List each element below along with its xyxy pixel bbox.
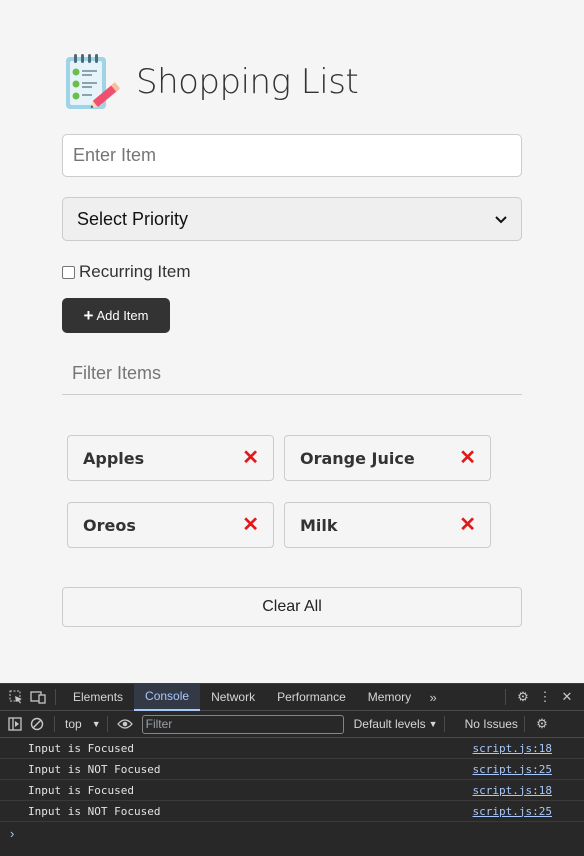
devtools-tabbar: Elements Console Network Performance Mem… [0,683,584,711]
toolbar-divider [54,716,55,732]
log-source-link[interactable]: script.js:25 [473,805,552,818]
recurring-checkbox[interactable] [62,265,75,279]
tab-performance[interactable]: Performance [266,684,357,711]
console-log-row: Input is Focused script.js:18 [0,780,584,801]
chevron-down-icon [495,211,507,227]
log-source-link[interactable]: script.js:25 [473,763,552,776]
prompt-chevron-icon: › [10,825,15,841]
log-message: Input is NOT Focused [28,804,161,818]
toolbar-divider [443,716,445,732]
devtools-panel: Elements Console Network Performance Mem… [0,683,584,856]
add-item-button-label: Add Item [96,308,149,323]
gear-icon[interactable]: ⚙ [512,687,534,707]
item-name: Orange Juice [300,448,415,468]
console-prompt[interactable]: › [0,822,584,844]
list-item: Milk ✕ [284,502,491,548]
remove-item-icon[interactable]: ✕ [459,448,476,468]
plus-icon: + [83,306,94,325]
sidebar-toggle-icon[interactable] [4,714,26,734]
caret-down-icon: ▼ [428,719,438,729]
console-log-row: Input is NOT Focused script.js:25 [0,759,584,780]
console-filter-input[interactable]: Filter [141,714,344,734]
device-toolbar-icon[interactable] [27,687,49,707]
filter-placeholder: Filter Items [72,362,162,383]
inspect-element-icon[interactable] [5,687,27,707]
toolbar-divider [55,689,56,705]
clear-console-icon[interactable] [26,714,48,734]
recurring-label[interactable]: Recurring Item [79,262,190,282]
tab-memory[interactable]: Memory [357,684,422,711]
item-list: Apples ✕ Orange Juice ✕ Oreos ✕ Milk ✕ [67,435,507,548]
more-options-icon[interactable]: ⋮ [534,687,556,707]
issues-button[interactable]: No Issues [465,717,518,731]
page-title: Shopping List [136,62,359,102]
context-value: top [65,717,82,731]
log-source-link[interactable]: script.js:18 [473,784,552,797]
log-levels-dropdown[interactable]: Default levels ▼ [354,717,438,731]
tab-network[interactable]: Network [200,684,266,711]
caret-down-icon: ▼ [91,719,101,729]
context-selector[interactable]: top ▼ [65,717,101,731]
tab-elements[interactable]: Elements [62,684,134,711]
list-item: Apples ✕ [67,435,274,481]
item-input[interactable] [62,134,522,177]
item-name: Oreos [83,515,136,535]
tab-console[interactable]: Console [134,683,201,711]
console-log-row: Input is Focused script.js:18 [0,738,584,759]
item-name: Milk [300,515,338,535]
priority-select[interactable]: Select Priority [62,197,522,241]
list-item: Oreos ✕ [67,502,274,548]
toolbar-divider [106,716,108,732]
close-icon[interactable]: ✕ [556,687,578,707]
filter-input[interactable]: Filter Items [62,352,522,395]
eye-icon[interactable] [114,714,136,734]
devtools-actions: ⚙ ⋮ ✕ [499,687,578,707]
list-item: Orange Juice ✕ [284,435,491,481]
add-item-button[interactable]: + Add Item [62,298,170,333]
console-toolbar: top ▼ Filter Default levels ▼ No Issues … [0,711,584,738]
log-source-link[interactable]: script.js:18 [473,742,552,755]
more-tabs-icon[interactable]: » [422,687,444,707]
app-header: Shopping List [62,50,359,114]
notepad-checklist-pencil-icon [62,51,124,113]
clear-all-button[interactable]: Clear All [62,587,522,627]
console-settings-gear-icon[interactable]: ⚙ [531,714,553,734]
toolbar-divider [523,716,525,732]
log-message: Input is Focused [28,783,134,797]
item-name: Apples [83,448,145,468]
remove-item-icon[interactable]: ✕ [459,515,476,535]
log-message: Input is NOT Focused [28,762,161,776]
log-levels-label: Default levels [353,717,426,731]
recurring-option: Recurring Item [62,262,190,282]
remove-item-icon[interactable]: ✕ [242,448,259,468]
remove-item-icon[interactable]: ✕ [242,515,259,535]
log-message: Input is Focused [28,741,134,755]
priority-select-value: Select Priority [77,208,189,229]
toolbar-divider [505,689,506,705]
console-log-row: Input is NOT Focused script.js:25 [0,801,584,822]
